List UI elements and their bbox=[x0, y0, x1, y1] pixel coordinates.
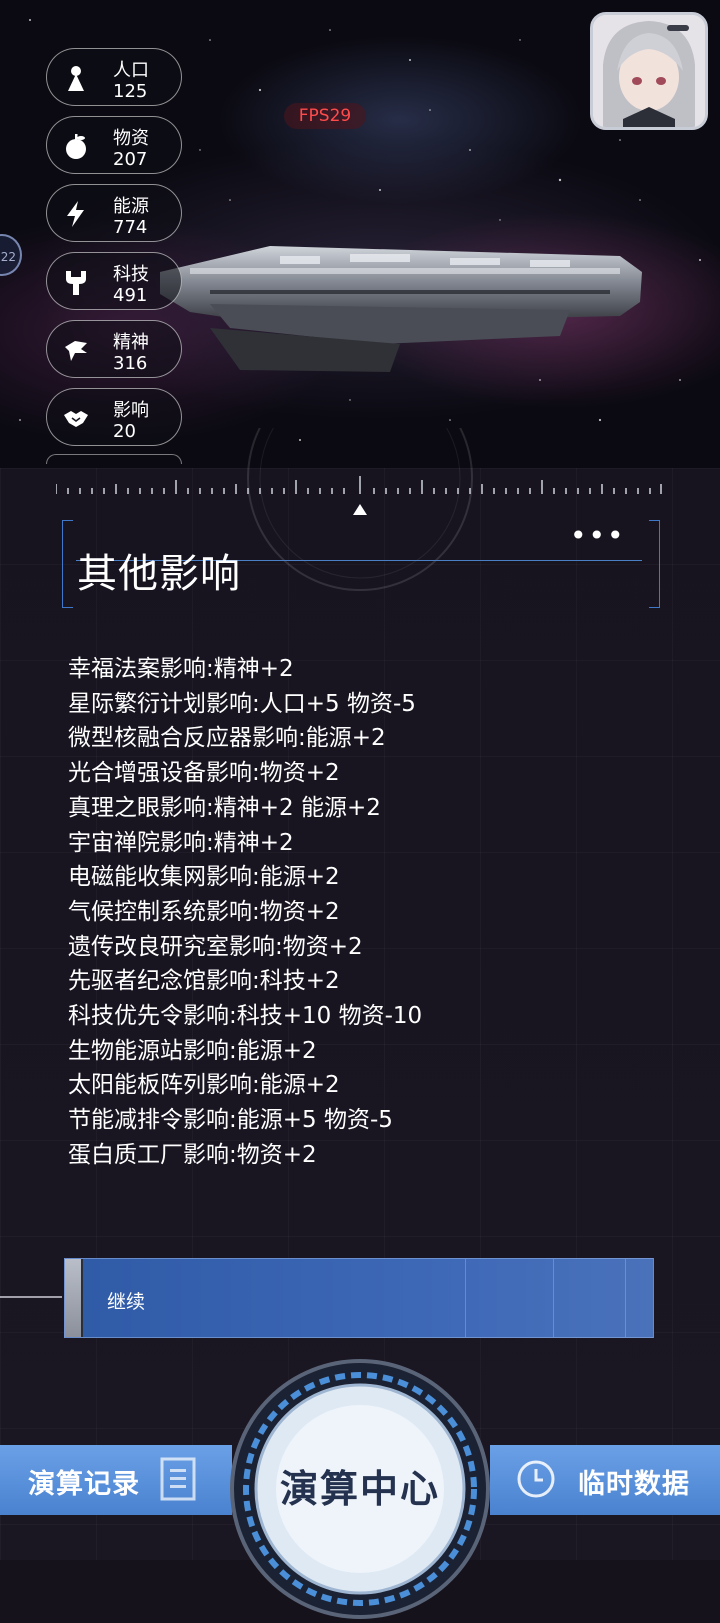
resource-list-more[interactable] bbox=[46, 454, 182, 464]
calc-center-label: 演算中心 bbox=[279, 1467, 440, 1511]
frame-bracket-left bbox=[62, 520, 73, 608]
nav-calc-records[interactable]: 演算记录 bbox=[0, 1445, 232, 1515]
document-icon bbox=[160, 1457, 196, 1501]
resource-label: 能源 bbox=[113, 196, 149, 217]
list-item: 微型核融合反应器影响:能源+2 bbox=[68, 725, 386, 752]
list-item: 电磁能收集网影响:能源+2 bbox=[68, 864, 340, 891]
person-icon bbox=[68, 66, 84, 91]
resource-label: 影响 bbox=[113, 400, 149, 421]
list-item: 星际繁衍计划影响:人口+5 物资-5 bbox=[68, 690, 416, 717]
list-item: 遗传改良研究室影响:物资+2 bbox=[68, 933, 363, 960]
resource-technology[interactable]: 科技 491 bbox=[46, 252, 182, 310]
title-frame: 其他影响 ••• bbox=[62, 520, 660, 608]
button-endcap bbox=[65, 1259, 83, 1337]
resource-label: 人口 bbox=[113, 60, 149, 81]
button-divider bbox=[553, 1259, 554, 1337]
resource-population[interactable]: 人口 125 bbox=[46, 48, 182, 106]
resource-label: 物资 bbox=[113, 128, 149, 149]
clock-icon bbox=[517, 1460, 555, 1498]
resource-spirit[interactable]: 精神 316 bbox=[46, 320, 182, 378]
button-divider bbox=[625, 1259, 626, 1337]
resource-value: 316 bbox=[113, 353, 148, 374]
list-item: 气候控制系统影响:物资+2 bbox=[68, 898, 340, 925]
resource-label: 科技 bbox=[113, 264, 149, 285]
resource-value: 774 bbox=[113, 217, 148, 238]
list-item: 宇宙禅院影响:精神+2 bbox=[68, 829, 294, 856]
resource-value: 20 bbox=[113, 421, 136, 442]
resource-influence[interactable]: 影响 20 bbox=[46, 388, 182, 446]
continue-label: 继续 bbox=[107, 1291, 146, 1313]
continue-button[interactable]: 继续 bbox=[64, 1258, 654, 1338]
resource-value: 207 bbox=[113, 149, 148, 170]
fps-counter: FPS29 bbox=[284, 103, 366, 129]
lightning-icon bbox=[67, 201, 84, 227]
more-options-icon[interactable]: ••• bbox=[570, 522, 624, 554]
apple-icon bbox=[66, 134, 86, 159]
page-title: 其他影响 bbox=[77, 550, 241, 597]
space-scene: 人口 125 物资 207 能源 774 科技 491 精神 316 影响 20… bbox=[0, 0, 720, 470]
button-divider bbox=[465, 1259, 466, 1337]
list-item: 先驱者纪念馆影响:科技+2 bbox=[68, 968, 340, 995]
list-item: 生物能源站影响:能源+2 bbox=[68, 1037, 317, 1064]
wrench-icon bbox=[66, 271, 86, 295]
resource-label: 精神 bbox=[113, 332, 149, 353]
list-item: 太阳能板阵列影响:能源+2 bbox=[68, 1072, 340, 1099]
resource-list: 人口 125 物资 207 能源 774 科技 491 精神 316 影响 20 bbox=[46, 48, 186, 464]
list-item: 幸福法案影响:精神+2 bbox=[68, 656, 294, 682]
ruler-scale bbox=[56, 476, 662, 494]
spirit-icon bbox=[65, 341, 87, 361]
frame-bracket-right bbox=[649, 520, 660, 608]
list-item: 真理之眼影响:精神+2 能源+2 bbox=[68, 794, 381, 821]
nav-temp-data[interactable]: 临时数据 bbox=[490, 1445, 720, 1515]
list-item: 节能减排令影响:能源+5 物资-5 bbox=[68, 1107, 393, 1134]
list-item: 光合增强设备影响:物资+2 bbox=[68, 760, 340, 787]
effects-list: 幸福法案影响:精神+2 星际繁衍计划影响:人口+5 物资-5 微型核融合反应器影… bbox=[68, 652, 668, 1173]
starship-image bbox=[160, 246, 642, 372]
character-avatar[interactable] bbox=[590, 12, 708, 130]
resource-value: 491 bbox=[113, 285, 148, 306]
nav-label: 演算记录 bbox=[28, 1469, 140, 1500]
button-connector-line bbox=[0, 1296, 62, 1298]
list-item: 蛋白质工厂影响:物资+2 bbox=[68, 1141, 317, 1168]
handshake-icon bbox=[64, 411, 88, 427]
resource-energy[interactable]: 能源 774 bbox=[46, 184, 182, 242]
resource-supplies[interactable]: 物资 207 bbox=[46, 116, 182, 174]
ruler-pointer-icon bbox=[353, 504, 367, 515]
avatar-portrait bbox=[593, 15, 705, 127]
list-item: 科技优先令影响:科技+10 物资-10 bbox=[68, 1003, 423, 1030]
nav-label: 临时数据 bbox=[578, 1469, 690, 1500]
resource-value: 125 bbox=[113, 81, 148, 102]
